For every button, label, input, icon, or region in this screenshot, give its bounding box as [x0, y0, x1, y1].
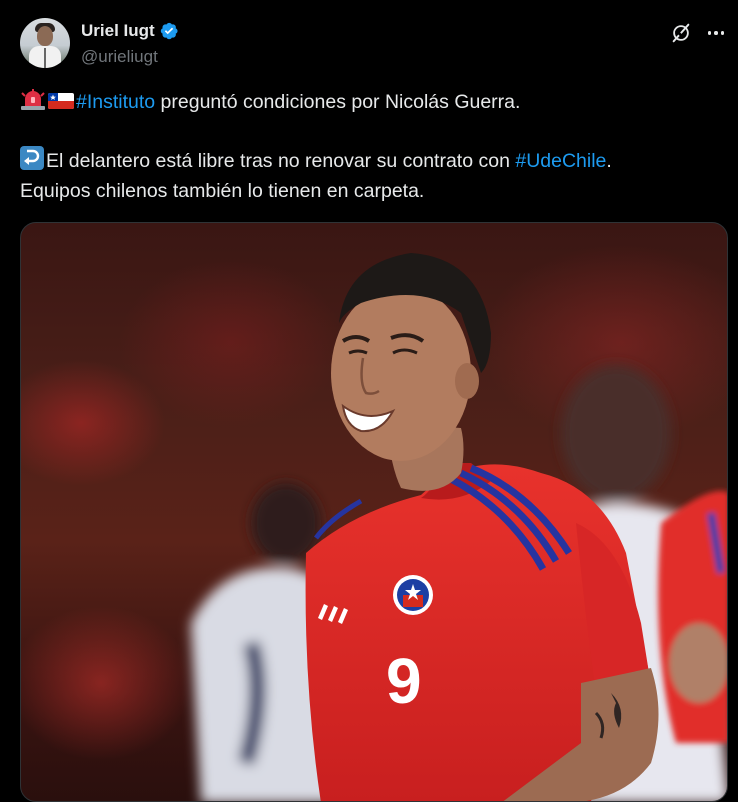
- tweet-line-1-text: preguntó condiciones por Nicolás Guerra.: [155, 91, 521, 113]
- tweet-text: #Instituto preguntó condiciones por Nico…: [20, 87, 720, 206]
- tweet-line-1: #Instituto preguntó condiciones por Nico…: [20, 87, 720, 117]
- chile-flag-emoji: [48, 93, 74, 109]
- jersey-number: 9: [386, 645, 422, 717]
- tweet-media-photo[interactable]: 9: [20, 222, 728, 802]
- hashtag-udechile[interactable]: #UdeChile: [515, 150, 606, 172]
- foreground-arm-right: [658, 491, 727, 743]
- photo-illustration: 9: [191, 253, 727, 801]
- hashtag-instituto[interactable]: #Instituto: [76, 91, 155, 113]
- author-name[interactable]: Uriel Iugt: [81, 20, 155, 42]
- grok-icon[interactable]: [670, 22, 692, 44]
- more-options-icon[interactable]: [705, 22, 727, 44]
- author-avatar[interactable]: [20, 18, 70, 68]
- avatar-head: [37, 26, 53, 46]
- right-arrow-curving-left-emoji: [20, 146, 44, 170]
- author-name-row[interactable]: Uriel Iugt: [81, 20, 179, 42]
- tweet-line-2-text: El delantero está libre tras no renovar …: [46, 150, 516, 172]
- tweet-line-2: El delantero está libre tras no renovar …: [20, 146, 720, 176]
- more-dot: [707, 31, 712, 35]
- author-handle[interactable]: @urieliugt: [81, 46, 158, 68]
- verified-badge-icon: [160, 22, 178, 40]
- more-dot: [720, 31, 725, 35]
- main-player: [305, 253, 659, 801]
- police-light-emoji: [21, 89, 45, 110]
- tweet-line-3: Equipos chilenos también lo tienen en ca…: [20, 180, 425, 202]
- more-dot: [714, 31, 718, 35]
- avatar-shirt-detail: [44, 48, 46, 68]
- tweet-line-2-end: .: [606, 150, 612, 172]
